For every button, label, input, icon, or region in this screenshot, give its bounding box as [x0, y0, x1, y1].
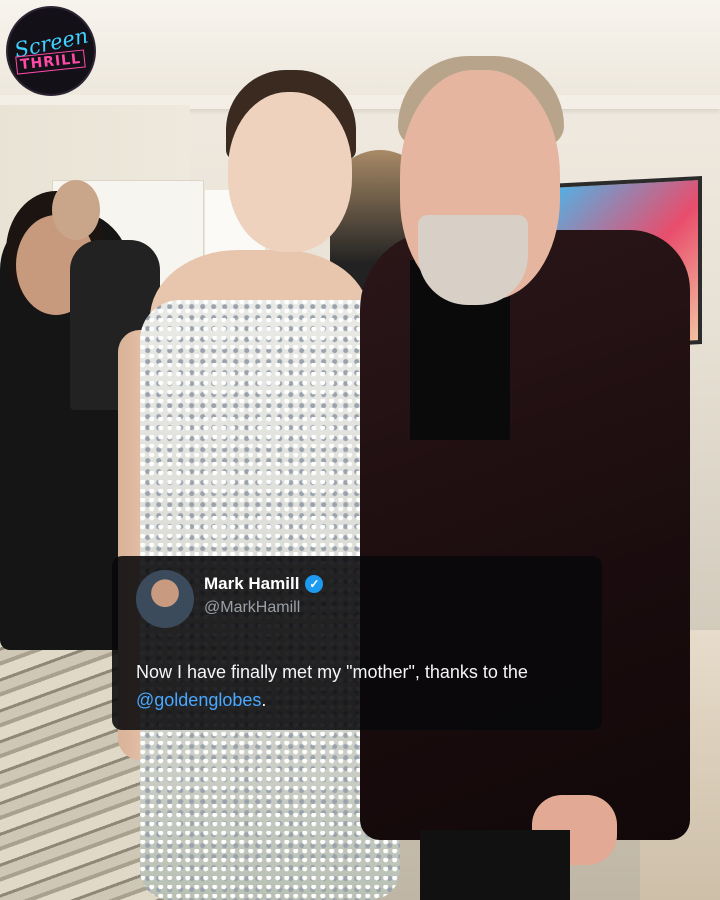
tweet-text: Now I have finally met my "mother", than… [136, 658, 596, 714]
photo-scene: Screen THRILL Mark Hamill ✓ @MarkHamill … [0, 0, 720, 900]
mention-link[interactable]: @goldenglobes [136, 690, 261, 710]
avatar[interactable] [136, 570, 194, 628]
man-beard [418, 215, 528, 305]
author-handle[interactable]: @MarkHamill [204, 599, 300, 617]
ceiling [0, 0, 720, 110]
man-pants [420, 830, 570, 900]
background-man-head [52, 180, 100, 240]
woman-face [228, 92, 352, 252]
tweet-author-row: Mark Hamill ✓ [204, 574, 324, 594]
screen-thrill-logo: Screen THRILL [8, 8, 94, 94]
verified-badge-icon: ✓ [305, 575, 324, 593]
author-name[interactable]: Mark Hamill [204, 574, 299, 594]
tweet-card[interactable]: Mark Hamill ✓ @MarkHamill Now I have fin… [112, 556, 602, 730]
tweet-text-body: Now I have finally met my "mother", than… [136, 662, 528, 682]
tweet-text-end: . [261, 690, 267, 710]
